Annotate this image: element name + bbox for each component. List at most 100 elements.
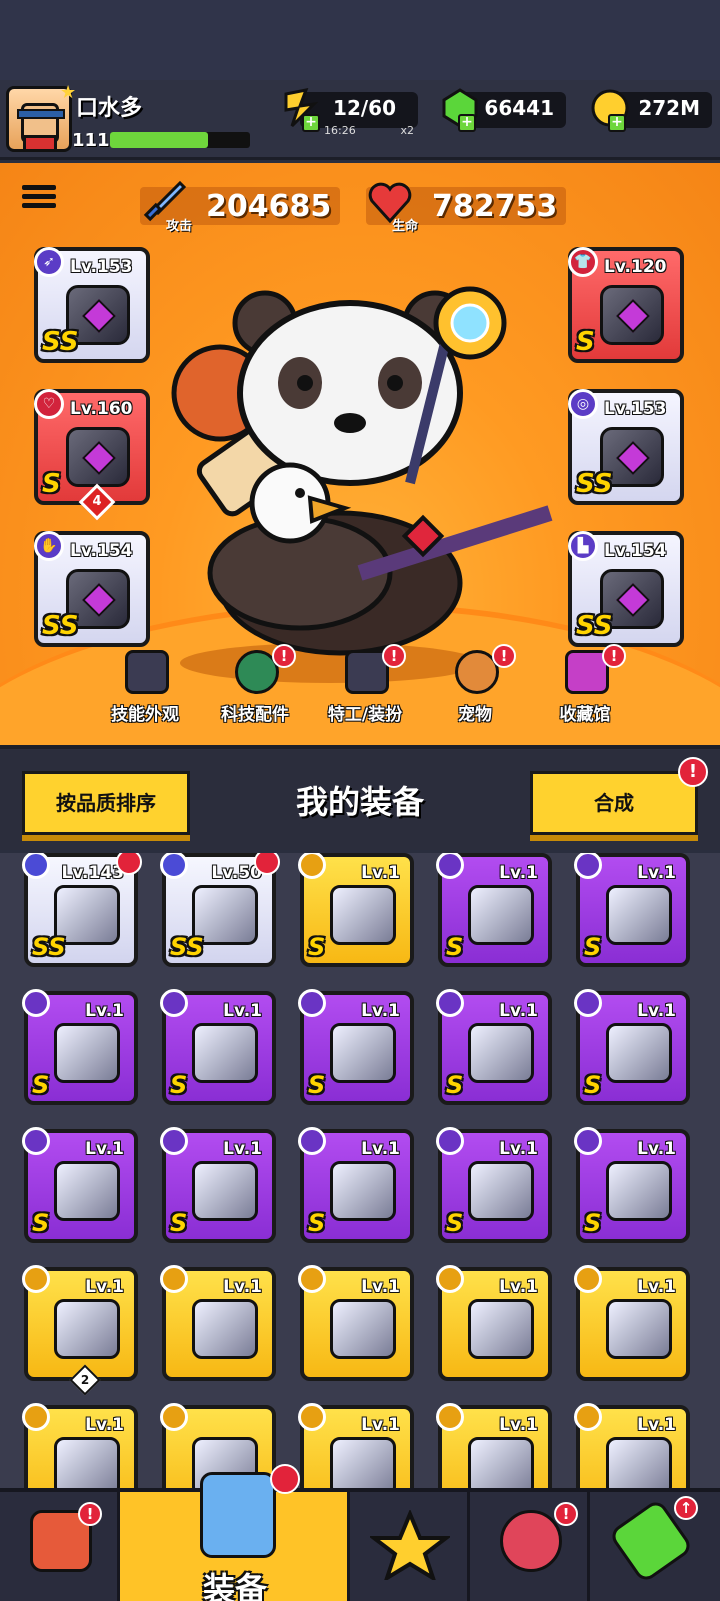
equipment-item[interactable]: Lv.1 S — [298, 853, 414, 967]
equipment-item[interactable]: Lv.1 S — [436, 989, 552, 1105]
belt-type-icon: ◎ — [568, 389, 598, 419]
tab-shop[interactable]: ! — [0, 1492, 120, 1601]
item-icon — [54, 1299, 120, 1359]
equipment-item[interactable]: Lv.1 — [22, 1403, 138, 1493]
item-count-badge: 2 — [69, 1364, 101, 1396]
menu-list-icon[interactable] — [22, 185, 56, 217]
slot-type-icon — [436, 1265, 464, 1293]
armor-icon — [600, 285, 664, 345]
equipment-item[interactable]: Lv.143 SS — [22, 853, 142, 967]
slot-level: Lv.160 — [70, 399, 133, 419]
item-grade: S — [32, 1209, 50, 1237]
item-icon — [54, 1023, 120, 1083]
equipment-item[interactable]: Lv.1 — [574, 1265, 690, 1381]
energy-value: 12/60 — [333, 96, 396, 120]
star-count: 4 — [92, 494, 102, 509]
slot-type-icon — [160, 989, 188, 1017]
item-icon — [606, 885, 672, 945]
equipment-item[interactable]: Lv.1 — [160, 1265, 276, 1381]
equip-slot-weapon[interactable]: ➶ Lv.153 SS — [34, 247, 150, 363]
equip-slot-belt[interactable]: ◎ Lv.153 SS — [568, 389, 684, 505]
slot-type-icon — [298, 1127, 326, 1155]
equip-slot-gloves[interactable]: ✋ Lv.154 SS — [34, 531, 150, 647]
item-icon — [606, 1161, 672, 1221]
slot-type-icon — [298, 989, 326, 1017]
necklace-icon — [66, 427, 130, 487]
equipment-item[interactable]: Lv.1 S — [298, 989, 414, 1105]
equipment-item[interactable]: Lv.50 SS — [160, 853, 280, 967]
weapon-type-icon: ➶ — [34, 247, 64, 277]
item-icon — [606, 1437, 672, 1493]
slot-level: Lv.120 — [604, 257, 667, 277]
item-grade: SS — [32, 933, 66, 961]
slot-grade: SS — [576, 469, 613, 499]
quicknav-skill-skins[interactable]: 技能外观 — [90, 650, 200, 745]
add-gold-icon[interactable]: + — [608, 114, 626, 132]
equipment-item[interactable]: Lv.1 S — [160, 989, 276, 1105]
quicknav-collection[interactable]: ! 收藏馆 — [530, 644, 640, 745]
alert-icon — [270, 1464, 300, 1494]
tab-talents[interactable] — [350, 1492, 470, 1601]
quicknav-pets[interactable]: ! 宠物 — [420, 644, 530, 745]
item-level: Lv.1 — [361, 1001, 400, 1021]
equipment-item[interactable]: Lv.1 — [298, 1265, 414, 1381]
equipment-item[interactable]: Lv.1 S — [436, 1127, 552, 1243]
equipment-item[interactable]: Lv.1 S — [160, 1127, 276, 1243]
equipment-item[interactable]: Lv.1 — [436, 1265, 552, 1381]
slot-type-icon — [298, 853, 326, 879]
item-level: Lv.1 — [499, 863, 538, 883]
item-level: Lv.1 — [85, 1001, 124, 1021]
item-level: Lv.1 — [85, 1415, 124, 1435]
item-icon — [330, 1161, 396, 1221]
equipment-item[interactable]: Lv.1 — [574, 1403, 690, 1493]
energy-counter[interactable]: + 12/60 16:26 x2 — [284, 87, 418, 137]
soccer-hat-icon — [125, 650, 169, 694]
item-icon — [54, 1161, 120, 1221]
item-level: Lv.1 — [361, 1415, 400, 1435]
equip-slot-armor[interactable]: 👕 Lv.120 S — [568, 247, 684, 363]
item-grade: SS — [170, 933, 204, 961]
quicknav-agent-outfit[interactable]: ! 特工/装扮 — [310, 644, 420, 745]
item-level: Lv.1 — [499, 1139, 538, 1159]
add-gem-icon[interactable]: + — [458, 114, 476, 132]
item-grade: S — [308, 933, 326, 961]
tab-planet[interactable]: ! — [470, 1492, 590, 1601]
energy-multiplier: x2 — [400, 124, 414, 137]
xp-bar-fill — [110, 132, 208, 148]
health-value: 782753 — [432, 189, 558, 224]
item-grade: S — [584, 933, 602, 961]
quicknav-tech-parts[interactable]: ! 科技配件 — [200, 644, 310, 745]
slot-type-icon — [22, 853, 50, 879]
equipment-grid: Lv.143 SS Lv.50 SS Lv.1 S Lv.1 S Lv.1 S Lv.1 S Lv.1 S… — [0, 853, 720, 1493]
equipment-item[interactable]: Lv.1 S — [574, 1127, 690, 1243]
equipment-item[interactable]: Lv.1 S — [298, 1127, 414, 1243]
equip-slot-necklace[interactable]: ♡ Lv.160 S 4 — [34, 389, 150, 521]
gold-counter[interactable]: + 272M — [591, 89, 712, 132]
equipment-item[interactable]: Lv.1 S — [436, 853, 552, 967]
equipment-item[interactable]: Lv.1 2 — [22, 1265, 138, 1396]
quicknav-label: 宠物 — [458, 705, 492, 725]
equipment-item[interactable]: Lv.1 S — [22, 1127, 138, 1243]
quick-nav: 技能外观 ! 科技配件 ! 特工/装扮 ! 宠物 ! 收藏馆 — [90, 644, 650, 745]
alert-icon: ! — [272, 644, 296, 668]
tab-equipment[interactable]: 装备 — [120, 1464, 350, 1601]
username: 口水多 — [76, 96, 143, 121]
equipment-item[interactable]: Lv.1 S — [22, 989, 138, 1105]
tab-equipment-label: 装备 — [202, 1570, 267, 1601]
item-grade: S — [446, 1071, 464, 1099]
tab-evolution[interactable]: ↑ — [590, 1492, 710, 1601]
gem-counter[interactable]: + 66441 — [442, 88, 566, 132]
add-energy-icon[interactable]: + — [302, 114, 320, 132]
item-icon — [468, 1161, 534, 1221]
slot-type-icon — [436, 989, 464, 1017]
equipment-item[interactable]: Lv.1 — [436, 1403, 552, 1493]
slot-type-icon — [574, 853, 602, 879]
merge-button[interactable]: 合成 — [530, 771, 698, 835]
quicknav-label: 特工/装扮 — [327, 705, 403, 725]
equip-slot-boots[interactable]: ▙ Lv.154 SS — [568, 531, 684, 647]
item-icon — [330, 1299, 396, 1359]
player-level: 111 — [72, 130, 110, 151]
equipment-item[interactable]: Lv.1 S — [574, 989, 690, 1105]
equipment-item[interactable]: Lv.1 — [298, 1403, 414, 1493]
equipment-item[interactable]: Lv.1 S — [574, 853, 690, 967]
